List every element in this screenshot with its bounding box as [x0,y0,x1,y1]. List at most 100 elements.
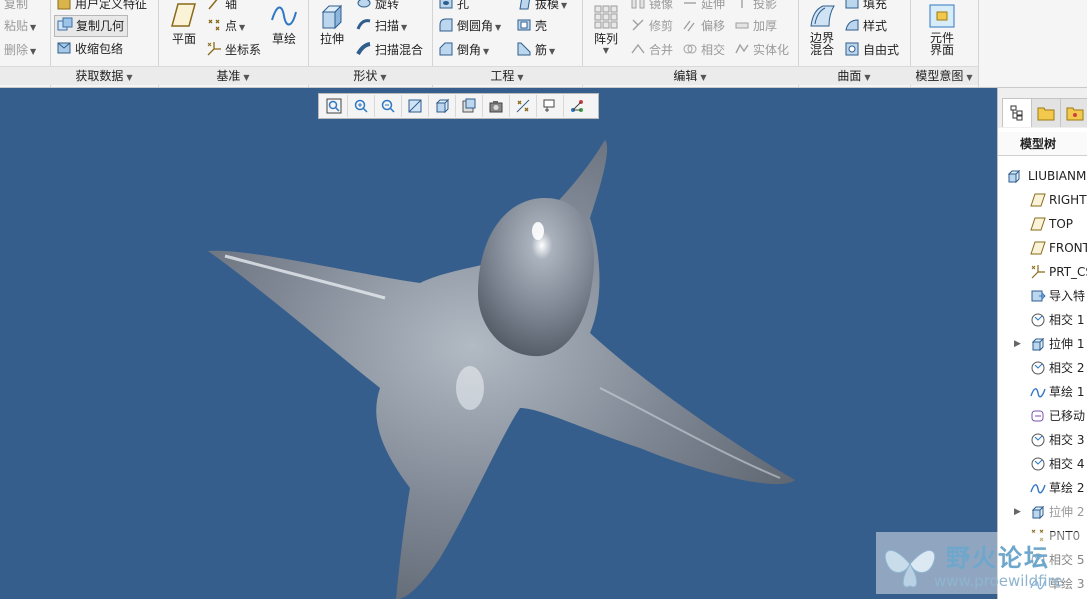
revolve-button[interactable]: 旋转 [356,0,399,14]
csys-button[interactable]: 坐标系 [206,40,261,60]
zoom-in-button[interactable] [348,95,375,117]
tree-item[interactable]: 相交 3 [998,428,1087,452]
axis-button[interactable]: 轴 [206,0,237,14]
copy-geometry-icon [57,17,73,31]
repaint-button[interactable] [402,95,429,117]
group-label-shapes[interactable]: 形状 ▼ [308,66,432,85]
point-button[interactable]: 点 ▼ [206,16,245,36]
view-manager-button[interactable] [483,95,510,117]
star-model-surface[interactable] [0,88,997,599]
merge-icon [631,43,645,54]
hole-button[interactable]: 孔 [438,0,469,14]
tree-item[interactable]: 相交 2 [998,356,1087,380]
style-button[interactable]: 样式 [844,16,887,36]
round-button[interactable]: 倒圆角 ▼ [438,16,501,36]
delete-button[interactable]: 删除 ▼ [4,40,36,60]
group-label-engineering[interactable]: 工程 ▼ [432,66,582,85]
sketch-button[interactable]: 草绘 [260,0,308,60]
sketch-icon [1030,388,1046,398]
chamfer-button[interactable]: 倒角 ▼ [438,40,489,60]
saved-orientations-button[interactable] [429,95,456,117]
revolve-icon [357,0,371,8]
model-tree-icon [1010,105,1023,121]
tree-item[interactable]: ▶ 拉伸 1 [998,332,1087,356]
swept-blend-button[interactable]: 扫描混合 [356,40,423,60]
tree-item[interactable]: TOP [998,212,1087,236]
plane-button[interactable]: 平面 [160,0,208,60]
sweep-button[interactable]: 扫描 ▼ [356,16,407,36]
saved-views-icon [435,98,450,114]
mirror-button[interactable]: 镜像 [630,0,673,14]
hole-icon [439,0,453,9]
group-label-surfaces[interactable]: 曲面 ▼ [798,66,910,85]
intersect-icon [1031,313,1045,327]
shell-button[interactable]: 壳 [516,16,547,36]
group-get-data: 用户定义特征 复制几何 收缩包络 获取数据 ▼ [50,0,159,87]
copy-geometry-button[interactable]: 复制几何 [54,15,129,37]
draft-button[interactable]: 拔模 ▼ [516,0,567,14]
copy-button[interactable]: 复制 [4,0,28,14]
paste-button[interactable]: 粘贴 ▼ [4,16,36,36]
tree-root-part[interactable]: LIUBIANM [998,164,1087,188]
intersect-icon [683,44,697,54]
spin-center-button[interactable] [564,95,590,117]
component-interface-button[interactable]: 元件界面 [918,0,966,60]
extend-button[interactable]: 延伸 [682,0,725,14]
expand-arrow-icon[interactable]: ▶ [1014,332,1024,356]
thicken-icon [735,22,749,29]
round-icon [439,18,453,32]
tree-item[interactable]: 已移动 [998,404,1087,428]
graphics-viewport[interactable] [0,88,997,599]
pattern-button[interactable]: 阵列 ▼ [582,0,630,60]
solidify-button[interactable]: 实体化 [734,40,789,60]
tab-folder-browser[interactable] [1031,98,1061,127]
group-label-datum[interactable]: 基准 ▼ [158,66,308,85]
intersect-button[interactable]: 相交 [682,40,725,60]
group-label-get-data[interactable]: 获取数据 ▼ [50,66,158,85]
fill-button[interactable]: 填充 [844,0,887,14]
display-style-button[interactable] [456,95,483,117]
tab-favorites[interactable] [1060,98,1087,127]
project-button[interactable]: 投影 [734,0,777,14]
group-engineering: 孔 倒圆角 ▼ 倒角 ▼ 拔模 ▼ 壳 筋 ▼ 工程 ▼ [432,0,583,87]
datum-display-button[interactable] [510,95,537,117]
mirror-icon [631,0,645,9]
datum-point-icon [208,19,220,31]
tree-item[interactable]: ▶ 拉伸 2 [998,500,1087,524]
tree-item[interactable]: 相交 1 [998,308,1087,332]
rib-button[interactable]: 筋 ▼ [516,40,555,60]
tree-item[interactable]: FRONT [998,236,1087,260]
shrinkwrap-button[interactable]: 收缩包络 [56,39,123,59]
udf-button[interactable]: 用户定义特征 [56,0,147,14]
boundary-blend-button[interactable]: 边界混合 [798,0,846,60]
intersect-icon [1031,457,1045,471]
datum-plane-icon [1030,241,1046,255]
pattern-icon [594,5,618,29]
chamfer-icon [439,42,453,56]
freestyle-button[interactable]: 自由式 [844,40,899,60]
zoom-out-button[interactable] [375,95,402,117]
trim-button[interactable]: 修剪 [630,16,673,36]
refit-button[interactable] [321,95,348,117]
udf-icon [57,0,71,10]
merge-button[interactable]: 合并 [630,40,673,60]
expand-arrow-icon[interactable]: ▶ [1014,500,1024,524]
group-label-model-intent[interactable]: 模型意图 ▼ [910,66,978,85]
tree-item[interactable]: 草绘 2 [998,476,1087,500]
tab-model-tree[interactable] [1002,98,1032,127]
tree-item[interactable]: RIGHT [998,188,1087,212]
tree-item[interactable]: 导入特 [998,284,1087,308]
tree-item[interactable]: 相交 4 [998,452,1087,476]
shell-icon [517,19,531,31]
extrude-button[interactable]: 拉伸 [308,0,356,60]
model-tree-panel: 模型树 LIUBIANMRIGHTTOPFRONTPRT_CS导入特相交 1▶拉… [997,88,1087,599]
tree-item[interactable]: PRT_CS [998,260,1087,284]
group-label-editing[interactable]: 编辑 ▼ [582,66,798,85]
thicken-button[interactable]: 加厚 [734,16,777,36]
extend-icon [684,2,696,4]
import-feature-icon [1031,290,1046,302]
annotation-display-button[interactable] [537,95,564,117]
offset-button[interactable]: 偏移 [682,16,725,36]
extrude-icon [1031,505,1045,520]
tree-item[interactable]: 草绘 1 [998,380,1087,404]
